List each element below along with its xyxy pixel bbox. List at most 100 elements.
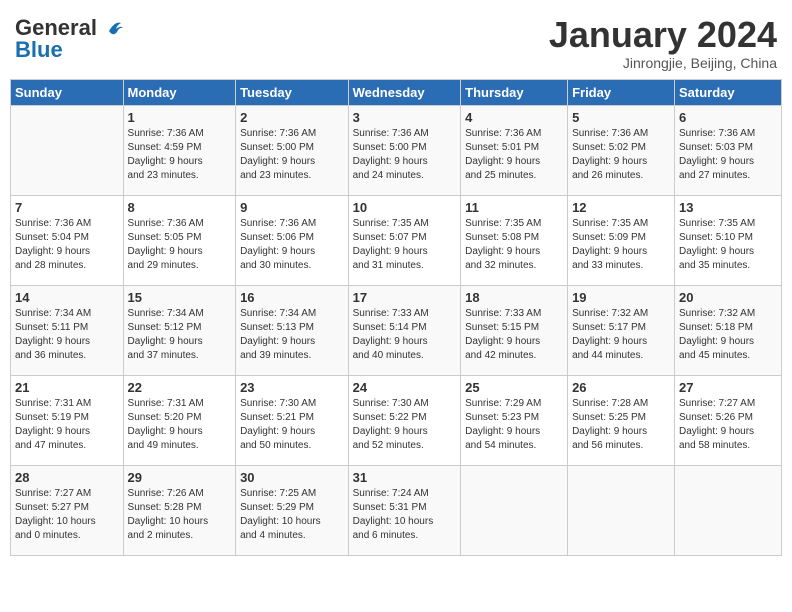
day-number: 1 [128, 110, 232, 125]
day-number: 20 [679, 290, 777, 305]
day-number: 10 [353, 200, 457, 215]
calendar-cell [675, 465, 782, 555]
day-number: 22 [128, 380, 232, 395]
calendar-cell: 18 Sunrise: 7:33 AMSunset: 5:15 PMDayligh… [461, 285, 568, 375]
calendar-cell: 1 Sunrise: 7:36 AMSunset: 4:59 PMDaylight… [123, 105, 236, 195]
calendar-cell: 8 Sunrise: 7:36 AMSunset: 5:05 PMDaylight… [123, 195, 236, 285]
day-info: Sunrise: 7:34 AMSunset: 5:13 PMDaylight:… [240, 307, 344, 363]
day-info: Sunrise: 7:32 AMSunset: 5:18 PMDaylight:… [679, 307, 777, 363]
calendar-cell: 16Sunrise: 7:34 AMSunset: 5:13 PMDayligh… [236, 285, 349, 375]
calendar-cell: 9Sunrise: 7:36 AMSunset: 5:06 PMDaylight… [236, 195, 349, 285]
calendar-cell [11, 105, 124, 195]
day-info: Sunrise: 7:36 AMSunset: 5:01 PMDaylight:… [465, 127, 563, 183]
day-number: 8 [128, 200, 232, 215]
weekday-header-monday: Monday [123, 79, 236, 105]
day-info: Sunrise: 7:36 AMSunset: 5:02 PMDaylight:… [572, 127, 670, 183]
calendar-cell: 5 Sunrise: 7:36 AMSunset: 5:02 PMDaylight… [568, 105, 675, 195]
calendar-cell: 4 Sunrise: 7:36 AMSunset: 5:01 PMDaylight… [461, 105, 568, 195]
day-number: 27 [679, 380, 777, 395]
day-info: Sunrise: 7:31 AMSunset: 5:19 PMDaylight:… [15, 397, 119, 453]
day-number: 5 [572, 110, 670, 125]
title-block: January 2024 Jinrongjie, Beijing, China [549, 15, 777, 71]
day-info: Sunrise: 7:35 AMSunset: 5:10 PMDaylight:… [679, 217, 777, 273]
weekday-header-wednesday: Wednesday [348, 79, 461, 105]
day-number: 11 [465, 200, 563, 215]
logo-blue-text: Blue [15, 37, 63, 63]
day-number: 14 [15, 290, 119, 305]
week-row-1: 1 Sunrise: 7:36 AMSunset: 4:59 PMDaylight… [11, 105, 782, 195]
day-info: Sunrise: 7:32 AMSunset: 5:17 PMDaylight:… [572, 307, 670, 363]
calendar-cell: 22 Sunrise: 7:31 AMSunset: 5:20 PMDayligh… [123, 375, 236, 465]
weekday-header-thursday: Thursday [461, 79, 568, 105]
day-number: 30 [240, 470, 344, 485]
day-info: Sunrise: 7:36 AMSunset: 5:00 PMDaylight:… [353, 127, 457, 183]
day-info: Sunrise: 7:36 AMSunset: 5:03 PMDaylight:… [679, 127, 777, 183]
day-info: Sunrise: 7:26 AMSunset: 5:28 PMDaylight:… [128, 487, 232, 543]
week-row-4: 21 Sunrise: 7:31 AMSunset: 5:19 PMDayligh… [11, 375, 782, 465]
day-info: Sunrise: 7:31 AMSunset: 5:20 PMDaylight:… [128, 397, 232, 453]
calendar-cell: 27 Sunrise: 7:27 AMSunset: 5:26 PMDayligh… [675, 375, 782, 465]
calendar-cell: 2 Sunrise: 7:36 AMSunset: 5:00 PMDaylight… [236, 105, 349, 195]
day-info: Sunrise: 7:30 AMSunset: 5:21 PMDaylight:… [240, 397, 344, 453]
calendar-cell: 24 Sunrise: 7:30 AMSunset: 5:22 PMDayligh… [348, 375, 461, 465]
week-row-5: 28Sunrise: 7:27 AMSunset: 5:27 PMDayligh… [11, 465, 782, 555]
calendar-cell: 17Sunrise: 7:33 AMSunset: 5:14 PMDayligh… [348, 285, 461, 375]
day-number: 23 [240, 380, 344, 395]
day-info: Sunrise: 7:34 AMSunset: 5:11 PMDaylight:… [15, 307, 119, 363]
day-number: 24 [353, 380, 457, 395]
day-info: Sunrise: 7:36 AMSunset: 5:04 PMDaylight:… [15, 217, 119, 273]
day-info: Sunrise: 7:36 AMSunset: 4:59 PMDaylight:… [128, 127, 232, 183]
calendar-cell: 20 Sunrise: 7:32 AMSunset: 5:18 PMDayligh… [675, 285, 782, 375]
calendar-cell: 23 Sunrise: 7:30 AMSunset: 5:21 PMDayligh… [236, 375, 349, 465]
day-info: Sunrise: 7:27 AMSunset: 5:27 PMDaylight:… [15, 487, 119, 543]
logo: General Blue [15, 15, 123, 63]
day-number: 6 [679, 110, 777, 125]
day-info: Sunrise: 7:35 AMSunset: 5:08 PMDaylight:… [465, 217, 563, 273]
day-number: 17 [353, 290, 457, 305]
month-title: January 2024 [549, 15, 777, 55]
calendar-cell: 28Sunrise: 7:27 AMSunset: 5:27 PMDayligh… [11, 465, 124, 555]
calendar-cell [568, 465, 675, 555]
day-info: Sunrise: 7:27 AMSunset: 5:26 PMDaylight:… [679, 397, 777, 453]
weekday-header-saturday: Saturday [675, 79, 782, 105]
calendar-cell: 25Sunrise: 7:29 AMSunset: 5:23 PMDayligh… [461, 375, 568, 465]
calendar-cell [461, 465, 568, 555]
day-number: 18 [465, 290, 563, 305]
day-number: 9 [240, 200, 344, 215]
day-number: 3 [353, 110, 457, 125]
calendar-cell: 11 Sunrise: 7:35 AMSunset: 5:08 PMDayligh… [461, 195, 568, 285]
day-number: 7 [15, 200, 119, 215]
weekday-header-sunday: Sunday [11, 79, 124, 105]
day-info: Sunrise: 7:25 AMSunset: 5:29 PMDaylight:… [240, 487, 344, 543]
calendar-cell: 26 Sunrise: 7:28 AMSunset: 5:25 PMDayligh… [568, 375, 675, 465]
logo-bird-icon [101, 17, 123, 39]
week-row-2: 7 Sunrise: 7:36 AMSunset: 5:04 PMDaylight… [11, 195, 782, 285]
day-number: 21 [15, 380, 119, 395]
calendar-cell: 7 Sunrise: 7:36 AMSunset: 5:04 PMDaylight… [11, 195, 124, 285]
calendar-cell: 15Sunrise: 7:34 AMSunset: 5:12 PMDayligh… [123, 285, 236, 375]
day-info: Sunrise: 7:36 AMSunset: 5:00 PMDaylight:… [240, 127, 344, 183]
calendar-cell: 3 Sunrise: 7:36 AMSunset: 5:00 PMDaylight… [348, 105, 461, 195]
day-info: Sunrise: 7:33 AMSunset: 5:15 PMDaylight:… [465, 307, 563, 363]
day-number: 2 [240, 110, 344, 125]
calendar-cell: 12Sunrise: 7:35 AMSunset: 5:09 PMDayligh… [568, 195, 675, 285]
day-info: Sunrise: 7:24 AMSunset: 5:31 PMDaylight:… [353, 487, 457, 543]
week-row-3: 14 Sunrise: 7:34 AMSunset: 5:11 PMDayligh… [11, 285, 782, 375]
weekday-header-tuesday: Tuesday [236, 79, 349, 105]
day-number: 12 [572, 200, 670, 215]
day-number: 31 [353, 470, 457, 485]
calendar-cell: 31 Sunrise: 7:24 AMSunset: 5:31 PMDayligh… [348, 465, 461, 555]
calendar-cell: 6 Sunrise: 7:36 AMSunset: 5:03 PMDaylight… [675, 105, 782, 195]
page-header: General Blue January 2024 Jinrongjie, Be… [10, 10, 782, 71]
calendar-cell: 10Sunrise: 7:35 AMSunset: 5:07 PMDayligh… [348, 195, 461, 285]
day-number: 26 [572, 380, 670, 395]
day-number: 13 [679, 200, 777, 215]
day-info: Sunrise: 7:36 AMSunset: 5:05 PMDaylight:… [128, 217, 232, 273]
day-info: Sunrise: 7:34 AMSunset: 5:12 PMDaylight:… [128, 307, 232, 363]
calendar-cell: 14 Sunrise: 7:34 AMSunset: 5:11 PMDayligh… [11, 285, 124, 375]
calendar-cell: 13 Sunrise: 7:35 AMSunset: 5:10 PMDayligh… [675, 195, 782, 285]
day-info: Sunrise: 7:30 AMSunset: 5:22 PMDaylight:… [353, 397, 457, 453]
day-info: Sunrise: 7:28 AMSunset: 5:25 PMDaylight:… [572, 397, 670, 453]
day-number: 4 [465, 110, 563, 125]
day-number: 25 [465, 380, 563, 395]
